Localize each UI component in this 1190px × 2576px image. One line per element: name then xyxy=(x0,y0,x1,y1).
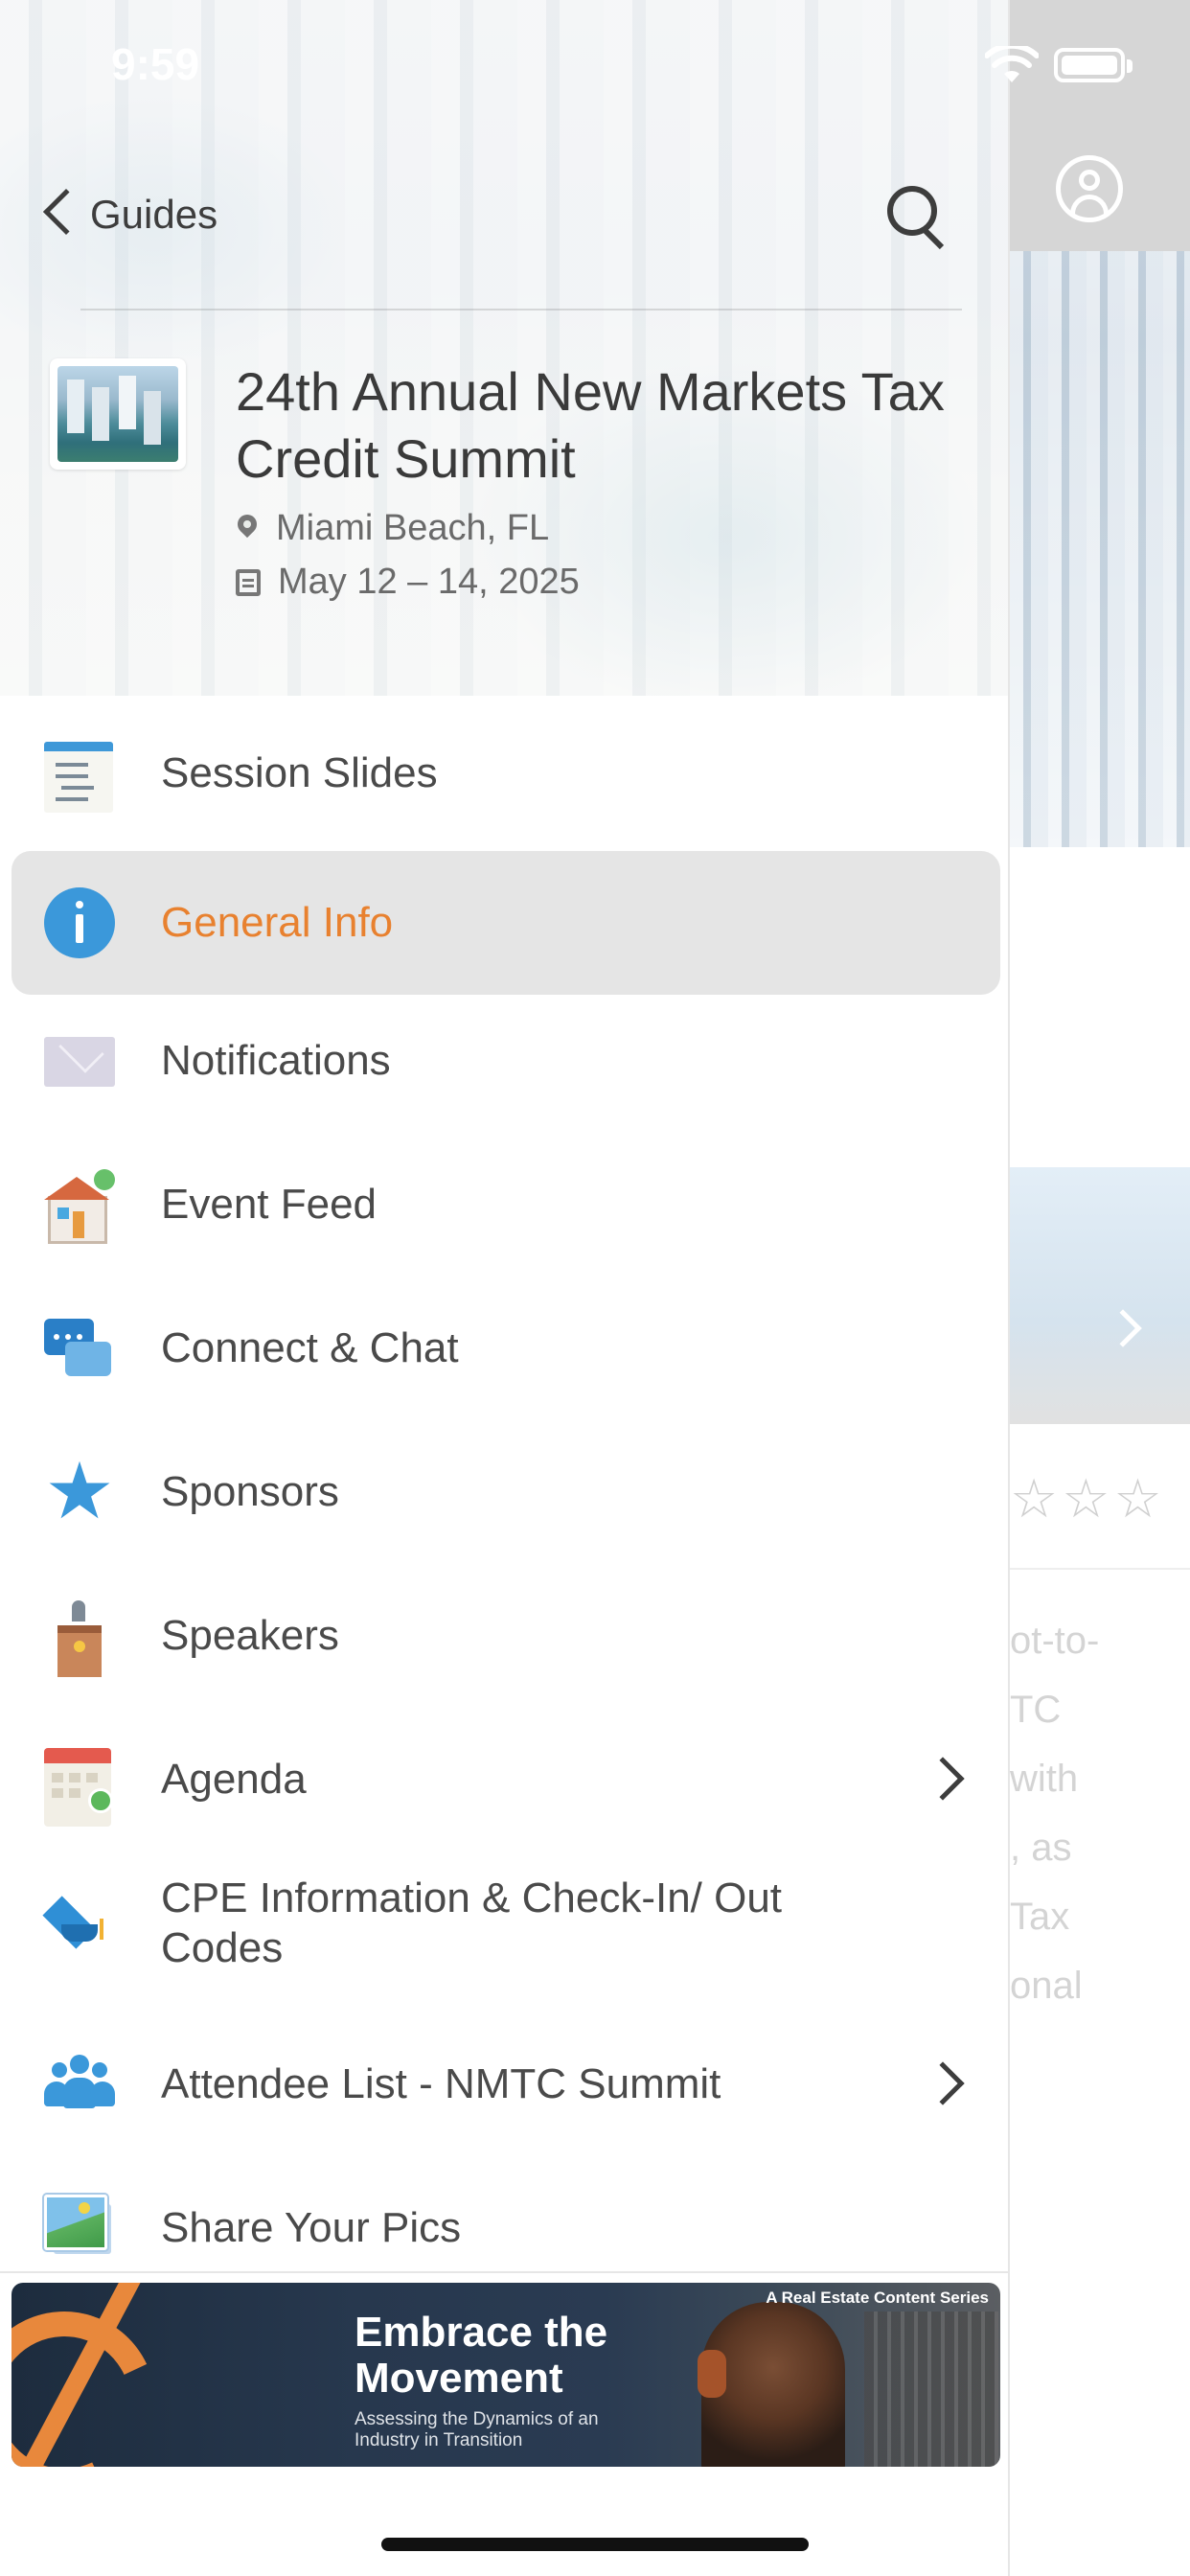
menu-item-share-pics[interactable]: Share Your Pics xyxy=(0,2156,1008,2300)
event-location: Miami Beach, FL xyxy=(236,508,549,549)
menu-item-label: General Info xyxy=(161,899,394,946)
menu-item-speakers[interactable]: Speakers xyxy=(0,1564,1008,1708)
wifi-icon xyxy=(985,46,1039,82)
dates-text: May 12 – 14, 2025 xyxy=(278,562,580,602)
menu-item-label: Sponsors xyxy=(161,1468,339,1515)
location-text: Miami Beach, FL xyxy=(276,508,550,548)
menu-item-label: Attendee List - NMTC Summit xyxy=(161,2060,721,2107)
menu-item-cpe-information[interactable]: CPE Information & Check-In/ Out Codes xyxy=(0,1852,1008,1995)
menu-item-label: Event Feed xyxy=(161,1181,378,1228)
event-title: 24th Annual New Markets Tax Credit Summi… xyxy=(236,361,945,489)
ad-building-image xyxy=(864,2312,998,2467)
podium-icon xyxy=(44,1600,115,1677)
chat-bubbles-icon xyxy=(44,1313,115,1384)
location-pin-icon xyxy=(236,515,259,543)
menu-item-sponsors[interactable]: ★ Sponsors xyxy=(0,1420,1008,1564)
header-divider xyxy=(80,309,962,310)
status-time: 9:59 xyxy=(111,39,200,89)
menu-item-agenda[interactable]: Agenda xyxy=(0,1708,1008,1852)
profile-icon[interactable] xyxy=(1056,155,1123,222)
graduation-cap-icon xyxy=(44,1888,115,1959)
rating-stars[interactable]: ☆☆☆ xyxy=(1010,1468,1166,1530)
event-thumbnail xyxy=(50,358,186,470)
battery-icon xyxy=(1054,48,1133,82)
house-icon xyxy=(44,1169,115,1244)
menu-item-label: Speakers xyxy=(161,1612,339,1659)
menu-item-label: Session Slides xyxy=(161,749,438,796)
chevron-right-icon xyxy=(921,1757,965,1801)
calendar-icon xyxy=(44,1744,115,1827)
background-banner[interactable] xyxy=(1010,1167,1190,1424)
description-line: with xyxy=(1010,1758,1079,1800)
search-icon[interactable] xyxy=(887,186,949,247)
people-icon xyxy=(44,2049,115,2120)
description-line: onal xyxy=(1010,1965,1083,2007)
menu-item-general-info[interactable]: General Info xyxy=(11,851,1000,995)
star-icon: ★ xyxy=(44,1446,115,1537)
description-line: ot-to- xyxy=(1010,1620,1100,1662)
divider xyxy=(1010,1568,1190,1570)
ad-subtitle: Assessing the Dynamics of an Industry in… xyxy=(355,2409,599,2450)
description-line: Tax xyxy=(1010,1896,1070,1938)
ad-divider xyxy=(0,2271,1008,2273)
slides-icon xyxy=(44,738,115,813)
ad-banner[interactable]: Embrace the Movement Assessing the Dynam… xyxy=(11,2283,1000,2467)
menu-item-notifications[interactable]: Notifications xyxy=(0,989,1008,1133)
drawer-header: Guides 24th Annual New Markets Tax Credi… xyxy=(0,0,1008,696)
menu-item-label: CPE Information & Check-In/ Out Codes xyxy=(161,1874,783,1971)
description-line: TC xyxy=(1010,1689,1062,1731)
background-description: ot-to- TC with , as Tax onal xyxy=(1010,1616,1190,2030)
ad-title: Embrace the Movement xyxy=(355,2309,608,2402)
photos-icon xyxy=(44,2193,115,2264)
event-dates: May 12 – 14, 2025 xyxy=(236,562,580,603)
back-chevron-icon[interactable] xyxy=(42,188,90,236)
menu-item-connect-chat[interactable]: Connect & Chat xyxy=(0,1276,1008,1420)
home-indicator[interactable] xyxy=(381,2538,809,2551)
menu-item-session-slides[interactable]: Session Slides xyxy=(0,702,1008,845)
chevron-right-icon xyxy=(921,2061,965,2105)
menu-item-label: Agenda xyxy=(161,1756,307,1803)
menu-item-attendee-list[interactable]: Attendee List - NMTC Summit xyxy=(0,2012,1008,2156)
info-icon xyxy=(44,887,115,958)
menu-item-event-feed[interactable]: Event Feed xyxy=(0,1133,1008,1276)
menu-item-label: Connect & Chat xyxy=(161,1324,459,1371)
ad-series-label: A Real Estate Content Series xyxy=(766,2288,989,2307)
navigation-drawer: Guides 24th Annual New Markets Tax Credi… xyxy=(0,0,1010,2576)
envelope-icon xyxy=(44,1025,115,1096)
description-line: , as xyxy=(1010,1827,1072,1869)
menu-item-label: Share Your Pics xyxy=(161,2204,462,2251)
back-button[interactable]: Guides xyxy=(90,192,217,238)
menu-item-label: Notifications xyxy=(161,1037,391,1084)
ad-person-image xyxy=(698,2302,845,2467)
calendar-small-icon xyxy=(236,568,261,596)
